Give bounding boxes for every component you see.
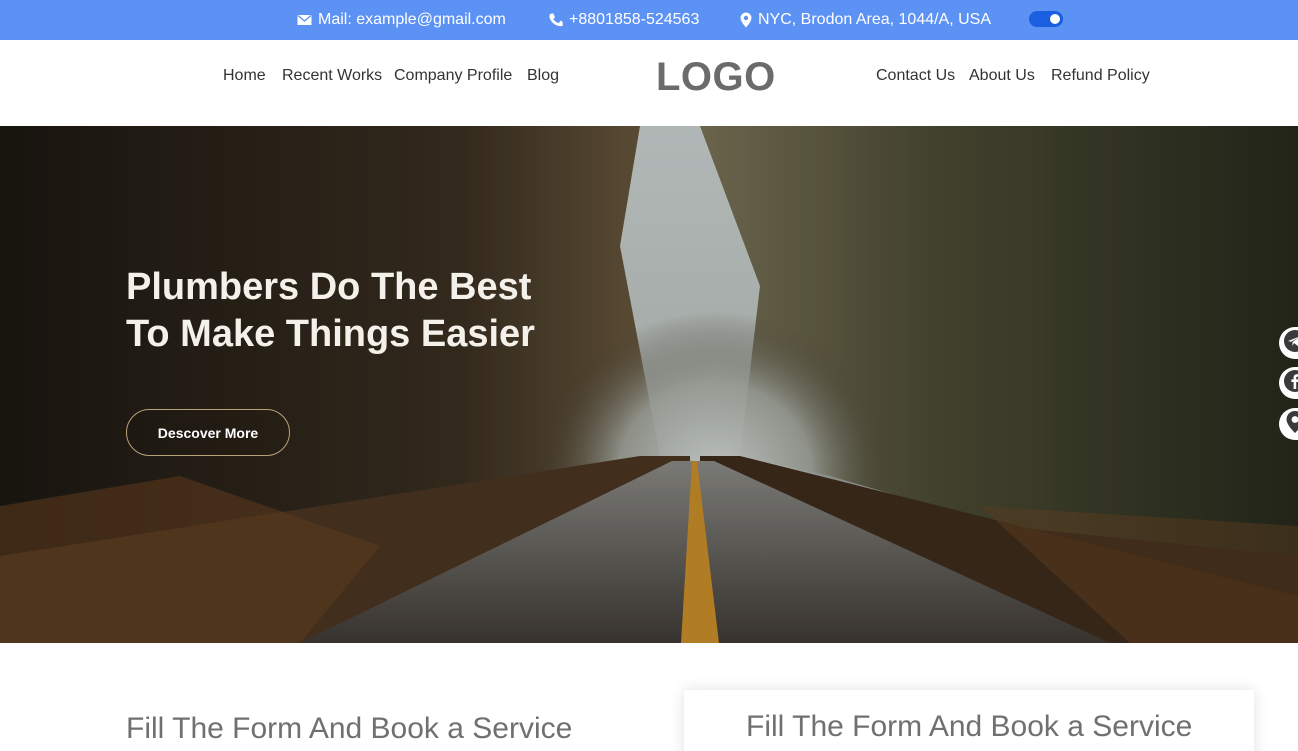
location-icon — [1283, 410, 1298, 439]
discover-more-button[interactable]: Descover More — [126, 409, 290, 456]
booking-heading: Fill The Form And Book a Service — [126, 712, 573, 745]
nav-home[interactable]: Home — [223, 66, 266, 86]
nav-recent-works[interactable]: Recent Works — [282, 66, 382, 86]
logo[interactable]: LOGO — [656, 54, 776, 100]
nav-contact-us[interactable]: Contact Us — [876, 66, 955, 86]
toggle-knob — [1050, 14, 1060, 24]
booking-form-card: Fill The Form And Book a Service — [684, 690, 1254, 751]
hero-banner: Plumbers Do The Best To Make Things Easi… — [0, 126, 1298, 643]
booking-form-heading: Fill The Form And Book a Service — [746, 710, 1193, 743]
location-text: NYC, Brodon Area, 1044/A, USA — [758, 11, 992, 28]
contact-location[interactable]: NYC, Brodon Area, 1044/A, USA — [740, 0, 991, 40]
nav-blog[interactable]: Blog — [527, 66, 559, 86]
phone-text: +8801858-524563 — [569, 11, 700, 28]
hero-title: Plumbers Do The Best To Make Things Easi… — [126, 266, 535, 355]
header: Home Recent Works Company Profile Blog L… — [0, 40, 1298, 126]
theme-toggle[interactable] — [1029, 11, 1063, 27]
nav-about-us[interactable]: About Us — [969, 66, 1035, 86]
phone-icon — [549, 12, 563, 28]
hero-background-image — [0, 126, 1298, 643]
nav-refund-policy[interactable]: Refund Policy — [1051, 66, 1150, 86]
location-pin-icon — [740, 12, 752, 28]
contact-phone[interactable]: +8801858-524563 — [549, 0, 699, 40]
mail-text: Mail: example@gmail.com — [318, 11, 506, 28]
contact-mail[interactable]: Mail: example@gmail.com — [297, 0, 506, 40]
mail-icon — [297, 14, 312, 26]
telegram-icon — [1283, 329, 1298, 358]
nav-company-profile[interactable]: Company Profile — [394, 66, 512, 86]
top-bar: Mail: example@gmail.com +8801858-524563 … — [0, 0, 1298, 40]
facebook-icon — [1283, 369, 1298, 398]
